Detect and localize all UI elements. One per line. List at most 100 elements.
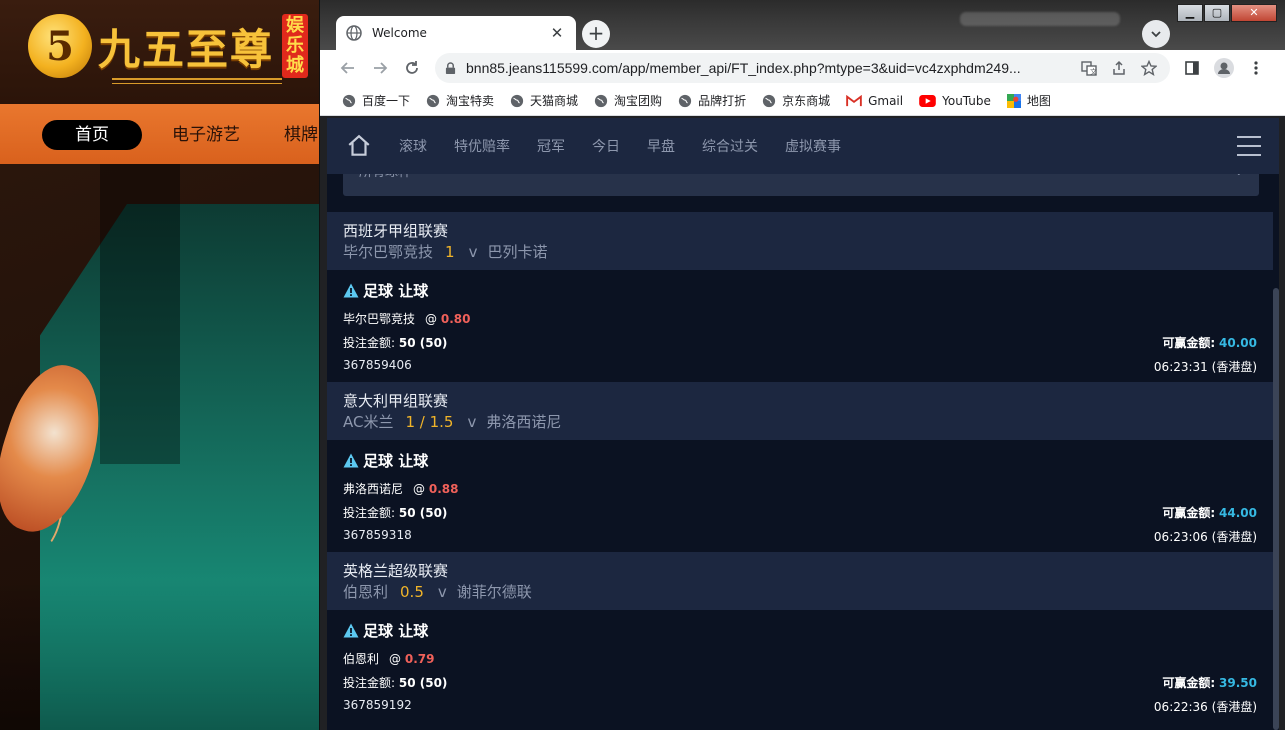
bet-type: 足球 让球: [343, 450, 428, 471]
bookmarks-bar: 百度一下 淘宝特卖 天猫商城 淘宝团购 品牌打折 京东商城 Gmail YouT…: [320, 86, 1285, 116]
site-nav-cards[interactable]: 棋牌: [284, 120, 318, 150]
site-logo[interactable]: 5 九五至尊 娱乐城: [28, 14, 309, 78]
win-label: 可赢金额:: [1162, 676, 1216, 690]
away-team: 巴列卡诺: [487, 243, 548, 261]
browser-titlebar: Welcome ✕ + ▁ ▢ ✕: [320, 0, 1285, 50]
profile-button[interactable]: [1214, 58, 1234, 78]
versus-label: v: [467, 413, 477, 431]
versus-label: v: [437, 583, 447, 601]
site-nav-home[interactable]: 首页: [42, 120, 142, 150]
match-teams: 毕尔巴鄂竞技 1 v 巴列卡诺: [343, 242, 1257, 262]
tab-close-icon[interactable]: ✕: [548, 24, 566, 42]
back-button[interactable]: [338, 58, 358, 78]
bet-selection: 弗洛西诺尼 @ 0.88: [343, 480, 458, 497]
forward-button[interactable]: [370, 58, 390, 78]
translate-icon[interactable]: 文: [1078, 58, 1100, 78]
tab-search-button[interactable]: [1142, 20, 1170, 48]
selection-team: 伯恩利: [343, 652, 380, 666]
nav-parlay[interactable]: 综合过关: [702, 136, 758, 156]
new-tab-button[interactable]: +: [582, 20, 610, 48]
nav-live[interactable]: 滚球: [399, 136, 427, 156]
bookmark-label: 天猫商城: [530, 94, 579, 108]
win-line: 可赢金额: 44.00: [1162, 504, 1257, 521]
bookmark-label: YouTube: [942, 93, 991, 108]
globe-icon: [594, 94, 608, 107]
address-bar[interactable]: bnn85.jeans115599.com/app/member_api/FT_…: [435, 53, 1170, 83]
home-team: 毕尔巴鄂竞技: [343, 243, 434, 261]
bookmark-label: 京东商城: [782, 94, 831, 108]
bet-type: 足球 让球: [343, 620, 428, 641]
banner-pillar: [100, 164, 180, 464]
url-text[interactable]: bnn85.jeans115599.com/app/member_api/FT_…: [466, 60, 1070, 76]
nav-early[interactable]: 早盘: [647, 136, 675, 156]
bet-detail-card: 足球 让球 伯恩利 @ 0.79 投注金额: 50 (50) 367859192 …: [327, 610, 1273, 722]
bookmark-label: 百度一下: [362, 94, 411, 108]
bet-record: 西班牙甲组联赛 毕尔巴鄂竞技 1 v 巴列卡诺 足球 让球 毕尔巴鄂竞技 @ 0.80 …: [327, 212, 1273, 382]
match-header[interactable]: 西班牙甲组联赛 毕尔巴鄂竞技 1 v 巴列卡诺: [327, 212, 1273, 270]
bookmark-item[interactable]: YouTube: [919, 94, 991, 108]
stake-value: 50 (50): [398, 336, 448, 350]
win-label: 可赢金额:: [1162, 336, 1216, 350]
window-controls: ▁ ▢ ✕: [1176, 4, 1277, 22]
site-nav-games[interactable]: 电子游艺: [172, 120, 240, 150]
globe-icon: [678, 94, 692, 107]
nav-special-odds[interactable]: 特优赔率: [454, 136, 510, 156]
minimize-button[interactable]: ▁: [1177, 4, 1203, 22]
bookmark-item[interactable]: 地图: [1006, 92, 1051, 109]
nav-outright[interactable]: 冠军: [537, 136, 565, 156]
selection-team: 弗洛西诺尼: [343, 482, 404, 496]
handicap-value: 0.5: [400, 583, 424, 601]
browser-tab[interactable]: Welcome ✕: [336, 16, 576, 50]
stake-line: 投注金额: 50 (50): [343, 504, 447, 521]
bet-type-label: 足球 让球: [363, 282, 429, 300]
bookmark-item[interactable]: 品牌打折: [678, 92, 746, 109]
bookmark-item[interactable]: 百度一下: [342, 92, 410, 109]
league-name: 西班牙甲组联赛: [343, 222, 449, 240]
win-value: 40.00: [1219, 336, 1257, 350]
at-symbol: @: [425, 312, 438, 326]
stake-value: 50 (50): [398, 506, 448, 520]
gmail-icon: [846, 94, 862, 106]
warning-icon: [343, 623, 359, 638]
bookmark-item[interactable]: 天猫商城: [510, 92, 578, 109]
side-panel-button[interactable]: [1182, 58, 1202, 78]
browser-menu-button[interactable]: [1246, 58, 1266, 78]
odds-value: 0.79: [404, 652, 435, 666]
bet-detail-card: 足球 让球 毕尔巴鄂竞技 @ 0.80 投注金额: 50 (50) 3678594…: [327, 270, 1273, 382]
bet-record: 英格兰超级联赛 伯恩利 0.5 v 谢菲尔德联 足球 让球 伯恩利 @ 0.79 投注金…: [327, 552, 1273, 722]
page-scrollbar[interactable]: [1273, 288, 1279, 730]
league-name: 意大利甲组联赛: [343, 392, 449, 410]
win-value: 39.50: [1219, 676, 1257, 690]
at-symbol: @: [389, 652, 402, 666]
hamburger-menu-icon[interactable]: [1237, 136, 1261, 156]
bookmark-item[interactable]: 京东商城: [762, 92, 830, 109]
away-team: 弗洛西诺尼: [486, 413, 562, 431]
bookmark-label: 淘宝团购: [614, 94, 663, 108]
share-icon[interactable]: [1108, 58, 1130, 78]
bet-detail-card: 足球 让球 弗洛西诺尼 @ 0.88 投注金额: 50 (50) 36785931…: [327, 440, 1273, 552]
bet-timestamp: 06:22:36 (香港盘): [1153, 700, 1257, 714]
warning-icon: [343, 453, 359, 468]
maximize-button[interactable]: ▢: [1204, 4, 1230, 22]
stake-label: 投注金额:: [343, 336, 396, 350]
at-symbol: @: [413, 482, 426, 496]
bookmark-label: 淘宝特卖: [446, 94, 495, 108]
nav-today[interactable]: 今日: [592, 136, 620, 156]
tab-globe-icon: [346, 25, 362, 41]
reload-button[interactable]: [402, 58, 422, 78]
globe-icon: [762, 94, 776, 107]
match-teams: 伯恩利 0.5 v 谢菲尔德联: [343, 582, 1257, 602]
bookmark-item[interactable]: 淘宝团购: [594, 92, 662, 109]
bookmark-item[interactable]: 淘宝特卖: [426, 92, 494, 109]
nav-virtual[interactable]: 虚拟赛事: [785, 136, 841, 156]
bookmark-item[interactable]: Gmail: [846, 94, 903, 108]
window-close-button[interactable]: ✕: [1231, 4, 1277, 22]
bookmark-star-icon[interactable]: [1138, 58, 1160, 78]
bet-type: 足球 让球: [343, 280, 428, 301]
ticket-id: 367859406: [343, 358, 412, 372]
match-header[interactable]: 意大利甲组联赛 AC米兰 1 / 1.5 v 弗洛西诺尼: [327, 382, 1273, 440]
match-header[interactable]: 英格兰超级联赛 伯恩利 0.5 v 谢菲尔德联: [327, 552, 1273, 610]
home-button[interactable]: [327, 118, 391, 174]
win-value: 44.00: [1219, 506, 1257, 520]
youtube-icon: [919, 94, 936, 107]
